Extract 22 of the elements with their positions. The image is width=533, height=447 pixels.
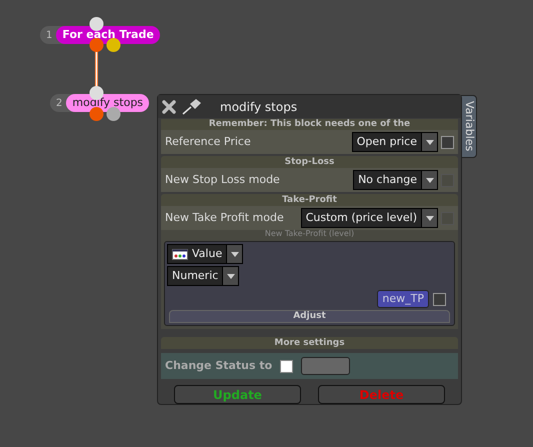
close-icon[interactable] (162, 100, 176, 114)
caret-icon (426, 178, 434, 182)
field-label: Change Status to (165, 358, 272, 374)
field-label: New Take Profit mode (164, 210, 284, 226)
status-field[interactable] (301, 357, 350, 375)
checkbox[interactable] (441, 136, 454, 148)
pin-icon[interactable] (182, 98, 202, 114)
caret-icon (426, 216, 434, 220)
mode-dropdown[interactable]: Open price (352, 132, 438, 152)
field-label: New Stop Loss mode (164, 172, 280, 188)
level-label: New Take-Profit (level) (264, 230, 356, 240)
section-header: More settings (161, 337, 458, 349)
caret-icon (226, 274, 235, 278)
panel-title: modify stops (220, 98, 298, 116)
caret-icon (230, 252, 239, 256)
section-header: Stop-Loss (161, 156, 458, 168)
section-header: Take-Profit (161, 194, 458, 206)
caret-icon (426, 140, 434, 144)
field-label: Reference Price (164, 134, 251, 150)
value-icon (172, 248, 188, 260)
section-header: Remember: This block needs one of the (161, 119, 458, 130)
checkbox[interactable] (280, 360, 294, 372)
